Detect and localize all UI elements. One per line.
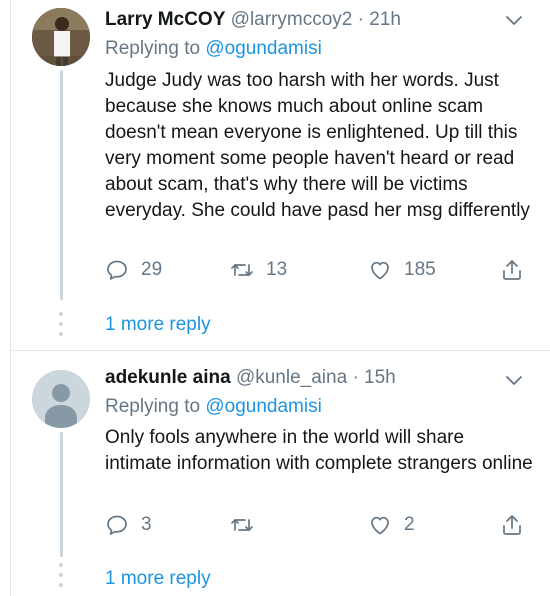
thread-dots [59,563,64,593]
separator: · [357,9,364,30]
user-name[interactable]: Larry McCOY [105,9,225,30]
replying-to: Replying to @ogundamisi [105,38,322,60]
thread-line [60,432,63,557]
tweet-actions: 29 13 185 [105,258,525,288]
heart-icon [371,516,389,535]
like-count: 2 [404,514,415,535]
avatar[interactable] [32,8,90,66]
tweet-text: Only fools anywhere in the world will sh… [105,427,533,474]
chevron-down-icon[interactable] [504,373,524,387]
thread-line [60,70,63,300]
replying-to: Replying to @ogundamisi [105,396,322,418]
heart-icon [371,261,389,280]
reply-icon [107,260,127,280]
tweet-text: Judge Judy was too harsh with her words.… [105,70,530,221]
reply-count: 3 [141,514,152,535]
replying-mention[interactable]: @ogundamisi [205,396,321,417]
retweet-icon [231,264,253,276]
default-avatar-icon [32,370,90,428]
timestamp[interactable]: 15h [364,367,396,388]
tweet-header: adekunle aina @kunle_aina · 15h [105,367,396,389]
retweet-count: 13 [266,259,288,280]
share-icon [503,260,521,280]
reply-button[interactable]: 29 [105,258,162,282]
tweet[interactable]: Larry McCOY @larrymccoy2 · 21h Replying … [0,0,550,350]
retweet-icon [231,519,253,531]
user-handle[interactable]: @larrymccoy2 [231,9,353,30]
share-icon [503,515,521,535]
more-replies-link[interactable]: 1 more reply [105,314,211,336]
tweet[interactable]: adekunle aina @kunle_aina · 15h Replying… [0,352,550,596]
reply-count: 29 [141,259,163,280]
retweet-button[interactable] [230,513,266,537]
avatar[interactable] [32,370,90,428]
user-handle[interactable]: @kunle_aina [236,367,347,388]
like-count: 185 [404,259,436,280]
user-name[interactable]: adekunle aina [105,367,231,388]
tweet-header: Larry McCOY @larrymccoy2 · 21h [105,9,401,31]
share-button[interactable] [500,258,524,282]
chevron-down-icon[interactable] [504,13,524,27]
timestamp[interactable]: 21h [369,9,401,30]
share-button[interactable] [500,513,524,537]
retweet-button[interactable]: 13 [230,258,287,282]
replying-mention[interactable]: @ogundamisi [205,38,321,59]
reply-button[interactable]: 3 [105,513,152,537]
tweet-actions: 3 2 [105,513,525,543]
more-replies-link[interactable]: 1 more reply [105,568,211,590]
tweet-divider [10,350,550,351]
profile-photo-icon [32,8,90,66]
like-button[interactable]: 185 [368,258,436,282]
replying-label: Replying to [105,396,201,417]
reply-icon [107,515,127,535]
replying-label: Replying to [105,38,201,59]
separator: · [352,367,359,388]
like-button[interactable]: 2 [368,513,415,537]
thread-dots [59,312,64,342]
